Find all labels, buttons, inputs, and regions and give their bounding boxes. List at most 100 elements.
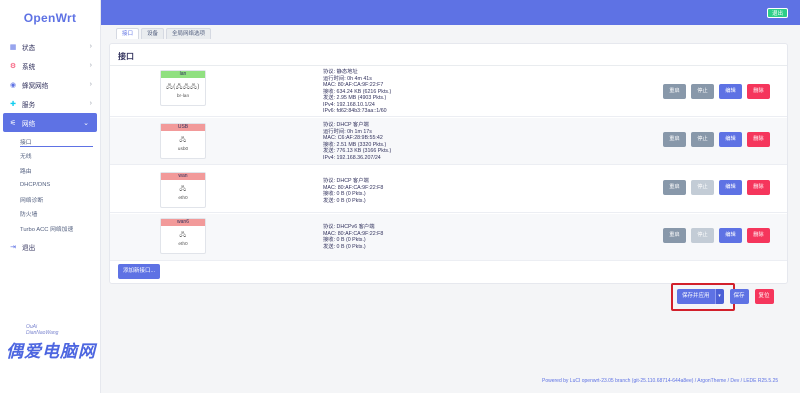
interface-row-usb: USB 🖧 usb0 协议: DHCP 客户端 运行时间: 0h 1m 17s … bbox=[110, 118, 787, 165]
edit-button[interactable]: 编辑 bbox=[719, 132, 742, 147]
interface-device: br-lan bbox=[176, 94, 190, 99]
interface-info: 协议: DHCP 客户端 运行时间: 0h 1m 17s MAC: C6:AF:… bbox=[323, 122, 483, 161]
save-button[interactable]: 保存 bbox=[729, 289, 749, 304]
delete-button[interactable]: 删除 bbox=[747, 84, 770, 99]
info-line: 发送: 0 B (0 Pkts.) bbox=[323, 243, 366, 250]
delete-button[interactable]: 删除 bbox=[747, 180, 770, 195]
ethernet-port-icon: 🖧 bbox=[179, 232, 187, 238]
subnav-item-diagnostics[interactable]: 网络诊断 bbox=[20, 192, 100, 207]
puzzle-icon: ✚ bbox=[10, 100, 16, 108]
interface-name-badge: lan bbox=[161, 71, 205, 78]
restart-button[interactable]: 重启 bbox=[663, 228, 686, 243]
watermark: OuAi DianNaoWang 偶爱电脑网 bbox=[6, 324, 100, 368]
brand-logo[interactable]: OpenWrt bbox=[0, 0, 100, 36]
network-icon: ⚟ bbox=[9, 119, 17, 127]
subnav-item-firewall[interactable]: 防火墙 bbox=[20, 207, 100, 222]
interface-info: 协议: DHCPv6 客户端 MAC: 80:AF:CA:9F:22:F8 接收… bbox=[323, 224, 483, 250]
add-interface-button[interactable]: 添加新接口... bbox=[118, 264, 161, 279]
edit-button[interactable]: 编辑 bbox=[719, 84, 742, 99]
chevron-down-icon[interactable]: ▾ bbox=[714, 289, 724, 304]
sidebar: OpenWrt ▦ 状态 › ⚙ 系统 › ◉ 蜂窝网络 › ✚ 服务 › ⚟ … bbox=[0, 0, 101, 393]
interface-row-wan6: wan6 🖧 eth0 协议: DHCPv6 客户端 MAC: 80:AF:CA… bbox=[110, 214, 787, 261]
interface-card: USB 🖧 usb0 bbox=[160, 123, 206, 159]
page-actions: 保存并应用 ▾ 保存 复位 bbox=[677, 289, 774, 304]
sidebar-nav: ▦ 状态 › ⚙ 系统 › ◉ 蜂窝网络 › ✚ 服务 › ⚟ 网络 ⌄ 接口 … bbox=[0, 37, 100, 257]
save-apply-group: 保存并应用 ▾ bbox=[677, 289, 724, 304]
ethernet-port-icon: 🖧 bbox=[179, 137, 187, 143]
tab-devices[interactable]: 设备 bbox=[141, 28, 165, 39]
sidebar-item-status[interactable]: ▦ 状态 › bbox=[0, 37, 100, 56]
tab-global-options[interactable]: 全局网络选项 bbox=[166, 28, 212, 39]
restart-button[interactable]: 重启 bbox=[663, 180, 686, 195]
interface-device: eth0 bbox=[178, 242, 188, 247]
watermark-line2: DianNaoWang bbox=[26, 330, 59, 336]
row-actions: 重启 停止 编辑 删除 bbox=[663, 84, 770, 99]
gear-icon: ⚙ bbox=[9, 62, 17, 70]
ethernet-port-icon: 🖧(🖧🖧🖧) bbox=[166, 84, 200, 90]
save-apply-button[interactable]: 保存并应用 bbox=[677, 289, 715, 304]
info-line: IPv4: 192.168.36.207/24 bbox=[323, 154, 381, 161]
sidebar-item-logout[interactable]: ⇥ 退出 bbox=[0, 238, 100, 257]
delete-button[interactable]: 删除 bbox=[747, 132, 770, 147]
network-subnav: 接口 无线 路由 DHCP/DNS 网络诊断 防火墙 Turbo ACC 网络加… bbox=[0, 134, 100, 236]
interface-row-lan: lan 🖧(🖧🖧🖧) br-lan 协议: 静态地址 运行时间: 0h 4m 4… bbox=[110, 69, 787, 117]
info-line: 发送: 0 B (0 Pkts.) bbox=[323, 197, 366, 204]
interface-card: lan 🖧(🖧🖧🖧) br-lan bbox=[160, 70, 206, 106]
stop-button[interactable]: 停止 bbox=[691, 84, 714, 99]
sidebar-item-label: 蜂窝网络 bbox=[22, 82, 49, 90]
interface-card: wan6 🖧 eth0 bbox=[160, 218, 206, 254]
footer-credits[interactable]: Powered by LuCI openwrt-23.05 branch (gi… bbox=[542, 378, 778, 384]
interface-row-wan: wan 🖧 eth0 协议: DHCP 客户端 MAC: 80:AF:CA:9F… bbox=[110, 166, 787, 213]
stop-button[interactable]: 停止 bbox=[691, 132, 714, 147]
restart-button[interactable]: 重启 bbox=[663, 132, 686, 147]
stop-button[interactable]: 停止 bbox=[691, 228, 714, 243]
row-actions: 重启 停止 编辑 删除 bbox=[663, 228, 770, 243]
chevron-down-icon: ⌄ bbox=[83, 119, 89, 127]
subnav-item-dhcp-dns[interactable]: DHCP/DNS bbox=[20, 178, 100, 193]
interface-device: eth0 bbox=[178, 196, 188, 201]
ethernet-port-icon: 🖧 bbox=[179, 186, 187, 192]
chevron-right-icon: › bbox=[89, 81, 92, 88]
info-line: IPv6: fd62:84b3:73aa::1/60 bbox=[323, 108, 387, 114]
chevron-right-icon: › bbox=[89, 100, 92, 107]
edit-button[interactable]: 编辑 bbox=[719, 228, 742, 243]
interface-card: wan 🖧 eth0 bbox=[160, 172, 206, 208]
dashboard-icon: ▦ bbox=[9, 43, 17, 51]
panel-title: 接口 bbox=[118, 52, 134, 61]
sidebar-item-label: 系统 bbox=[22, 63, 36, 71]
interface-name-badge: wan bbox=[161, 173, 205, 180]
subnav-item-interfaces[interactable]: 接口 bbox=[20, 134, 100, 149]
interface-name-badge: USB bbox=[161, 124, 205, 131]
interface-info: 协议: DHCP 客户端 MAC: 80:AF:CA:9F:22:F8 接收: … bbox=[323, 178, 483, 204]
chevron-right-icon: › bbox=[89, 43, 92, 50]
tab-interfaces[interactable]: 接口 bbox=[116, 28, 140, 39]
sidebar-item-cellular[interactable]: ◉ 蜂窝网络 › bbox=[0, 75, 100, 94]
logout-icon: ⇥ bbox=[10, 244, 16, 251]
delete-button[interactable]: 删除 bbox=[747, 228, 770, 243]
sidebar-item-label: 网络 bbox=[22, 120, 36, 128]
chevron-right-icon: › bbox=[89, 62, 92, 69]
sidebar-item-services[interactable]: ✚ 服务 › bbox=[0, 94, 100, 113]
interfaces-panel: 接口 lan 🖧(🖧🖧🖧) br-lan 协议: 静态地址 运行时间: 0h 4… bbox=[109, 43, 788, 284]
subnav-item-wireless[interactable]: 无线 bbox=[20, 149, 100, 164]
reset-button[interactable]: 复位 bbox=[754, 289, 774, 304]
interface-device: usb0 bbox=[177, 147, 189, 152]
stop-button[interactable]: 停止 bbox=[691, 180, 714, 195]
restart-button[interactable]: 重启 bbox=[663, 84, 686, 99]
edit-button[interactable]: 编辑 bbox=[719, 180, 742, 195]
top-header: 退出 bbox=[101, 0, 800, 25]
interface-name-badge: wan6 bbox=[161, 219, 205, 226]
watermark-text: 偶爱电脑网 bbox=[6, 342, 96, 361]
row-actions: 重启 停止 编辑 删除 bbox=[663, 132, 770, 147]
sidebar-item-label: 退出 bbox=[22, 245, 36, 252]
subnav-item-turbo-acc[interactable]: Turbo ACC 网络加速 bbox=[20, 221, 100, 236]
sidebar-item-label: 状态 bbox=[22, 44, 36, 52]
divider bbox=[110, 65, 787, 66]
sidebar-item-label: 服务 bbox=[22, 101, 36, 109]
sidebar-item-network[interactable]: ⚟ 网络 ⌄ bbox=[3, 113, 97, 132]
sidebar-item-system[interactable]: ⚙ 系统 › bbox=[0, 56, 100, 75]
tab-bar: 接口 设备 全局网络选项 bbox=[116, 28, 212, 39]
logout-button[interactable]: 退出 bbox=[766, 8, 788, 18]
subnav-item-routes[interactable]: 路由 bbox=[20, 163, 100, 178]
signal-icon: ◉ bbox=[9, 81, 17, 89]
